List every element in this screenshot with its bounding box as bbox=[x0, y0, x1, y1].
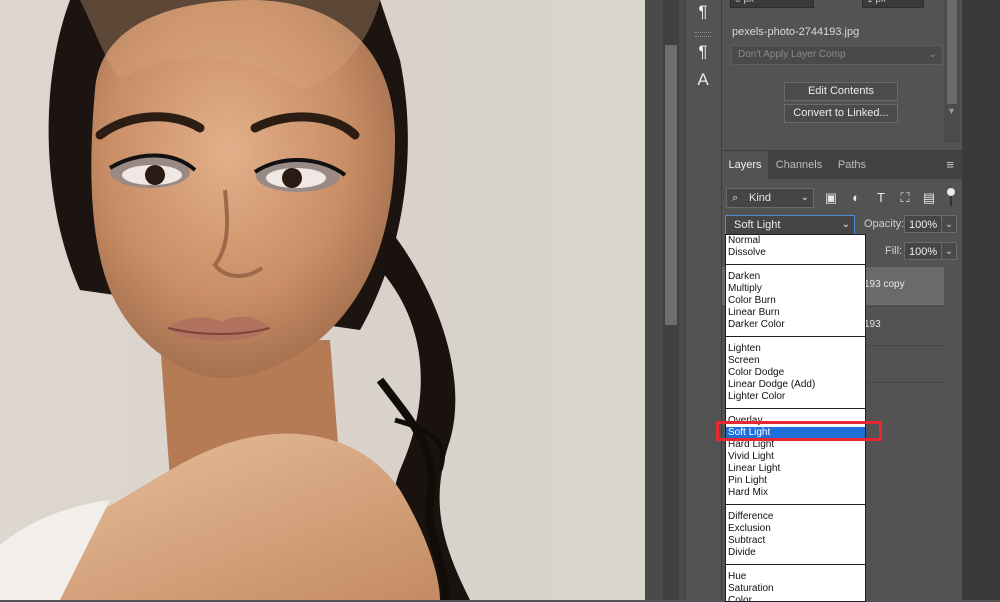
panel-menu-icon[interactable]: ≡ bbox=[946, 158, 954, 171]
menu-separator bbox=[726, 504, 865, 505]
blend-mode-option[interactable]: Linear Dodge (Add) bbox=[726, 379, 865, 391]
scroll-down-icon[interactable]: ▼ bbox=[947, 106, 956, 116]
shape-layer-filter-icon[interactable]: ⛶ bbox=[896, 189, 914, 207]
menu-separator bbox=[726, 336, 865, 337]
fill-chevron-icon[interactable]: ⌄ bbox=[941, 242, 957, 260]
blend-mode-option[interactable]: Lighter Color bbox=[726, 391, 865, 403]
search-icon: ⌕ bbox=[732, 192, 739, 204]
blend-mode-select[interactable]: Soft Light ⌄ bbox=[725, 215, 855, 235]
portrait-photo bbox=[0, 0, 470, 600]
tab-channels[interactable]: Channels bbox=[768, 151, 830, 179]
y-position-field[interactable]: 1 px bbox=[862, 0, 924, 8]
adjustment-layer-filter-icon[interactable]: ◐ bbox=[847, 189, 865, 207]
toggle-stem bbox=[950, 196, 952, 206]
filter-kind-select[interactable]: ⌕ Kind ⌄ bbox=[726, 188, 814, 208]
tab-paths[interactable]: Paths bbox=[830, 151, 874, 179]
blend-mode-option[interactable]: Saturation bbox=[726, 583, 865, 595]
filter-toggle-switch[interactable] bbox=[947, 188, 955, 206]
blend-mode-option[interactable]: Multiply bbox=[726, 283, 865, 295]
blend-mode-option[interactable]: Linear Light bbox=[726, 463, 865, 475]
scrollbar-thumb[interactable] bbox=[665, 45, 677, 325]
opacity-label: Opacity: bbox=[864, 218, 905, 230]
menu-separator bbox=[726, 408, 865, 409]
blend-mode-option[interactable]: Hue bbox=[726, 571, 865, 583]
character-styles-icon[interactable]: A bbox=[690, 68, 716, 92]
layer-name[interactable]: 193 bbox=[864, 319, 881, 330]
blend-mode-option[interactable]: Subtract bbox=[726, 535, 865, 547]
filter-kind-label: Kind bbox=[749, 192, 772, 204]
blend-mode-option[interactable]: Pin Light bbox=[726, 475, 865, 487]
chevron-down-icon: ⌄ bbox=[800, 192, 809, 203]
menu-separator bbox=[726, 564, 865, 565]
layer-name[interactable]: 193 copy bbox=[864, 279, 905, 290]
blend-mode-option[interactable]: Lighten bbox=[726, 343, 865, 355]
toggle-knob bbox=[947, 188, 955, 196]
opacity-field[interactable]: 100% bbox=[904, 215, 942, 233]
blend-mode-option[interactable]: Color Dodge bbox=[726, 367, 865, 379]
properties-panel: 0 px 1 px pexels-photo-2744193.jpg Don't… bbox=[722, 0, 962, 143]
edit-contents-button[interactable]: Edit Contents bbox=[784, 82, 898, 101]
annotation-highlight-box bbox=[716, 421, 882, 441]
fill-label: Fill: bbox=[885, 245, 903, 257]
document-canvas[interactable] bbox=[0, 0, 645, 600]
scrollbar-thumb[interactable] bbox=[947, 0, 957, 104]
smart-object-filename: pexels-photo-2744193.jpg bbox=[732, 26, 860, 38]
blend-mode-option[interactable]: Color Burn bbox=[726, 295, 865, 307]
blend-mode-option[interactable]: Dissolve bbox=[726, 247, 865, 259]
blend-mode-option[interactable]: Divide bbox=[726, 547, 865, 559]
properties-scrollbar[interactable]: ▼ bbox=[944, 0, 960, 143]
blend-mode-option[interactable]: Color bbox=[726, 595, 865, 601]
blend-mode-value: Soft Light bbox=[734, 219, 781, 231]
blend-mode-option[interactable]: Darker Color bbox=[726, 319, 865, 331]
panel-tab-bar: Layers Channels Paths ≡ bbox=[722, 151, 962, 179]
pixel-layer-filter-icon[interactable]: ▣ bbox=[822, 189, 840, 207]
paragraph-icon[interactable]: ¶ bbox=[690, 0, 716, 24]
right-dock-strip bbox=[962, 0, 1000, 600]
blend-mode-option[interactable]: Difference bbox=[726, 511, 865, 523]
fill-field[interactable]: 100% bbox=[904, 242, 942, 260]
smart-object-filter-icon[interactable]: ▤ bbox=[920, 189, 938, 207]
blend-mode-option[interactable]: Hard Mix bbox=[726, 487, 865, 499]
chevron-down-icon: ⌄ bbox=[841, 219, 850, 230]
type-layer-filter-icon[interactable]: T bbox=[872, 189, 890, 207]
blend-mode-option[interactable]: Normal bbox=[726, 235, 865, 247]
blend-mode-option[interactable]: Exclusion bbox=[726, 523, 865, 535]
chevron-down-icon: ⌄ bbox=[928, 49, 937, 60]
x-position-field[interactable]: 0 px bbox=[730, 0, 814, 8]
blend-mode-option[interactable]: Darken bbox=[726, 271, 865, 283]
blend-mode-option[interactable]: Linear Burn bbox=[726, 307, 865, 319]
panel-grip[interactable] bbox=[695, 32, 711, 37]
layer-comp-select[interactable]: Don't Apply Layer Comp ⌄ bbox=[731, 45, 943, 65]
blend-mode-option[interactable]: Vivid Light bbox=[726, 451, 865, 463]
blend-mode-option[interactable]: Screen bbox=[726, 355, 865, 367]
convert-to-linked-button[interactable]: Convert to Linked... bbox=[784, 104, 898, 123]
menu-separator bbox=[726, 264, 865, 265]
panel-tool-strip: ¶ ¶ A bbox=[685, 0, 722, 600]
opacity-chevron-icon[interactable]: ⌄ bbox=[941, 215, 957, 233]
tab-layers[interactable]: Layers bbox=[722, 151, 768, 179]
blend-mode-dropdown[interactable]: Normal Dissolve Darken Multiply Color Burn Li… bbox=[725, 234, 866, 602]
paragraph-styles-icon[interactable]: ¶ bbox=[690, 40, 716, 64]
layer-comp-label: Don't Apply Layer Comp bbox=[738, 49, 846, 60]
canvas-vertical-scrollbar[interactable] bbox=[645, 0, 685, 600]
